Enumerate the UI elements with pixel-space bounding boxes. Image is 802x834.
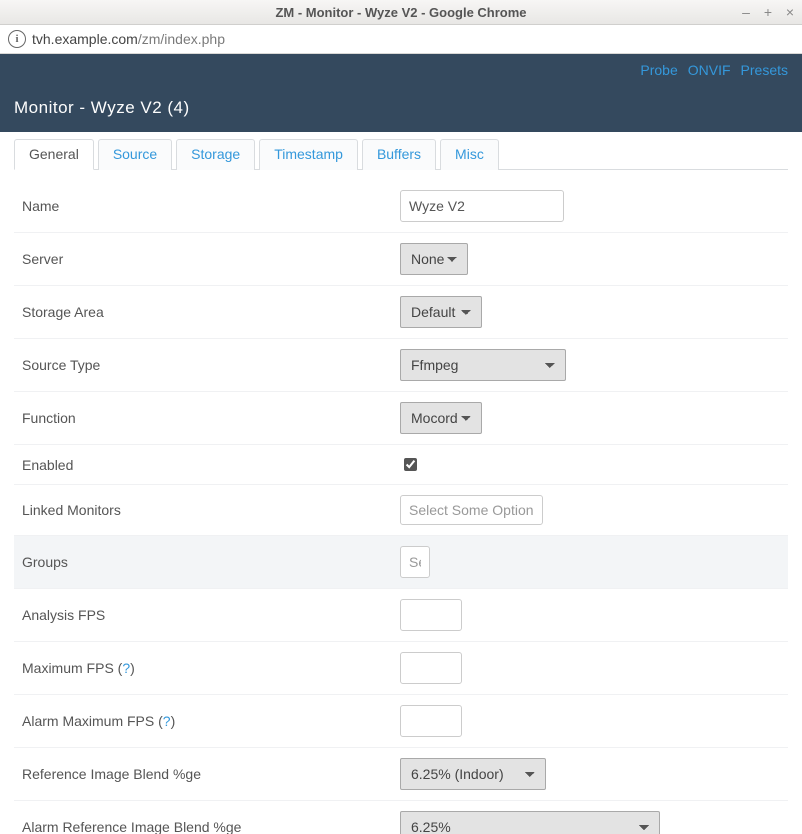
window-close-button[interactable]: × xyxy=(784,0,796,24)
row-server: Server None xyxy=(14,233,788,286)
label-alarm-ref-blend: Alarm Reference Image Blend %ge xyxy=(22,818,400,834)
row-storage-area: Storage Area Default xyxy=(14,286,788,339)
input-analysis-fps[interactable] xyxy=(400,599,462,631)
page-title: Monitor - Wyze V2 (4) xyxy=(0,98,802,132)
row-max-fps: Maximum FPS (?) xyxy=(14,642,788,695)
link-presets[interactable]: Presets xyxy=(741,62,788,78)
row-function: Function Mocord xyxy=(14,392,788,445)
label-max-fps-text: Maximum FPS ( xyxy=(22,660,122,676)
tab-misc[interactable]: Misc xyxy=(440,139,499,170)
link-onvif[interactable]: ONVIF xyxy=(688,62,731,78)
window-maximize-button[interactable]: + xyxy=(762,0,774,24)
tab-storage[interactable]: Storage xyxy=(176,139,255,170)
row-ref-blend: Reference Image Blend %ge 6.25% (Indoor) xyxy=(14,748,788,801)
window-minimize-button[interactable]: – xyxy=(740,0,752,24)
help-max-fps[interactable]: ? xyxy=(122,660,130,676)
row-groups: Groups xyxy=(14,536,788,589)
browser-address-bar[interactable]: i tvh.example.com/zm/index.php xyxy=(0,25,802,54)
link-probe[interactable]: Probe xyxy=(640,62,677,78)
label-function: Function xyxy=(22,409,400,427)
tab-bar: General Source Storage Timestamp Buffers… xyxy=(14,138,788,170)
label-linked-monitors: Linked Monitors xyxy=(22,501,400,519)
select-function[interactable]: Mocord xyxy=(400,402,482,434)
label-max-fps-close: ) xyxy=(130,660,135,676)
row-alarm-ref-blend: Alarm Reference Image Blend %ge 6.25% xyxy=(14,801,788,834)
row-source-type: Source Type Ffmpeg xyxy=(14,339,788,392)
header-band: Probe ONVIF Presets xyxy=(0,54,802,98)
window-controls: – + × xyxy=(740,0,796,24)
checkbox-enabled[interactable] xyxy=(404,458,417,471)
input-groups[interactable] xyxy=(400,546,430,578)
label-source-type: Source Type xyxy=(22,356,400,374)
row-linked-monitors: Linked Monitors Select Some Option xyxy=(14,485,788,536)
label-enabled: Enabled xyxy=(22,456,400,474)
row-enabled: Enabled xyxy=(14,445,788,485)
select-ref-blend[interactable]: 6.25% (Indoor) xyxy=(400,758,546,790)
header-links: Probe ONVIF Presets xyxy=(640,62,788,78)
page-url: tvh.example.com/zm/index.php xyxy=(32,31,225,47)
tab-general[interactable]: General xyxy=(14,139,94,170)
label-name: Name xyxy=(22,197,400,215)
input-alarm-max-fps[interactable] xyxy=(400,705,462,737)
input-max-fps[interactable] xyxy=(400,652,462,684)
tab-timestamp[interactable]: Timestamp xyxy=(259,139,358,170)
monitor-form: Name Server None Storage Area xyxy=(14,180,788,834)
label-alarm-max-fps-text: Alarm Maximum FPS ( xyxy=(22,713,163,729)
label-groups: Groups xyxy=(22,553,400,571)
select-linked-monitors[interactable]: Select Some Option xyxy=(400,495,543,525)
content-area: General Source Storage Timestamp Buffers… xyxy=(0,132,802,834)
site-info-icon[interactable]: i xyxy=(8,30,26,48)
tab-buffers[interactable]: Buffers xyxy=(362,139,436,170)
label-analysis-fps: Analysis FPS xyxy=(22,606,400,624)
monitor-title-text: Monitor - Wyze V2 (4) xyxy=(14,98,190,117)
url-host: tvh.example.com xyxy=(32,31,138,47)
url-path: /zm/index.php xyxy=(138,31,225,47)
label-max-fps: Maximum FPS (?) xyxy=(22,659,400,677)
select-server[interactable]: None xyxy=(400,243,468,275)
help-alarm-max-fps[interactable]: ? xyxy=(163,713,171,729)
label-ref-blend: Reference Image Blend %ge xyxy=(22,765,400,783)
label-server: Server xyxy=(22,250,400,268)
label-alarm-max-fps: Alarm Maximum FPS (?) xyxy=(22,712,400,730)
row-analysis-fps: Analysis FPS xyxy=(14,589,788,642)
browser-window: ZM - Monitor - Wyze V2 - Google Chrome –… xyxy=(0,0,802,834)
window-title: ZM - Monitor - Wyze V2 - Google Chrome xyxy=(275,5,526,20)
row-alarm-max-fps: Alarm Maximum FPS (?) xyxy=(14,695,788,748)
window-titlebar: ZM - Monitor - Wyze V2 - Google Chrome –… xyxy=(0,0,802,25)
row-name: Name xyxy=(14,180,788,233)
label-storage-area: Storage Area xyxy=(22,303,400,321)
page-viewport: Probe ONVIF Presets Monitor - Wyze V2 (4… xyxy=(0,54,802,834)
tab-source[interactable]: Source xyxy=(98,139,172,170)
select-source-type[interactable]: Ffmpeg xyxy=(400,349,566,381)
select-storage-area[interactable]: Default xyxy=(400,296,482,328)
label-alarm-max-fps-close: ) xyxy=(171,713,176,729)
input-name[interactable] xyxy=(400,190,564,222)
select-alarm-ref-blend[interactable]: 6.25% xyxy=(400,811,660,834)
